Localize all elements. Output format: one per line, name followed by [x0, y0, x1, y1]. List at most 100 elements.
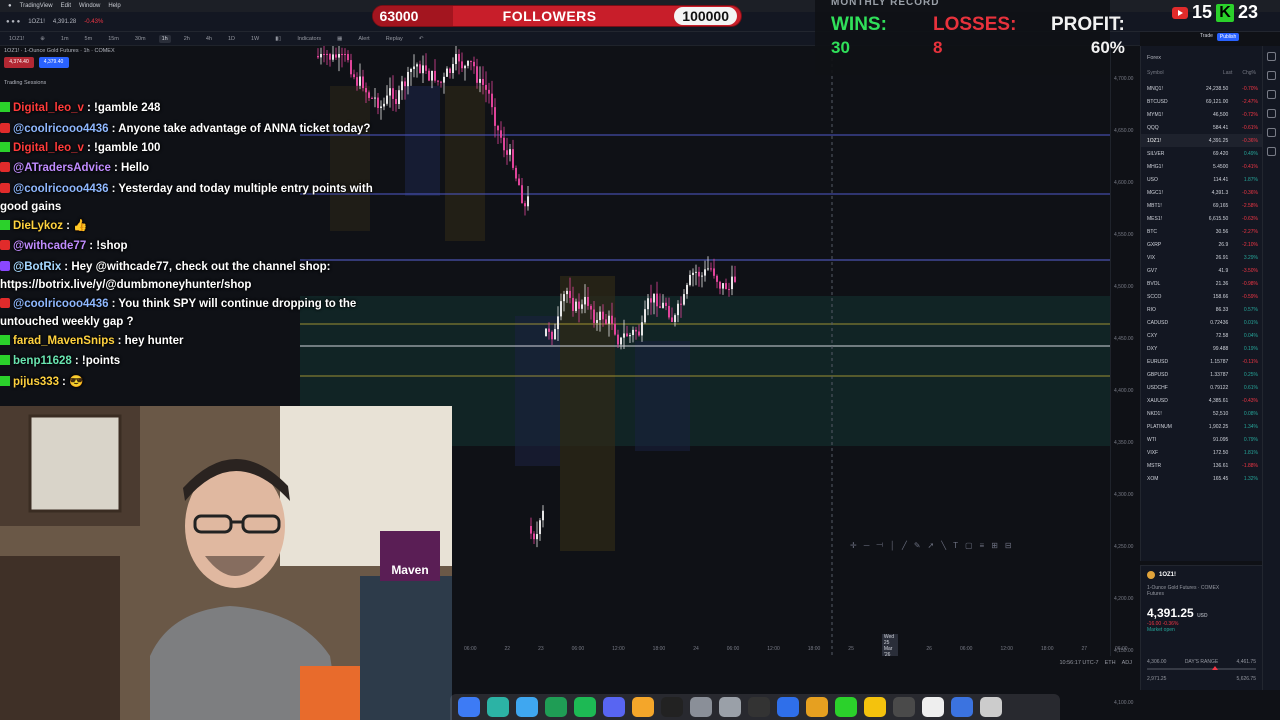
ideas-icon[interactable] — [1267, 128, 1276, 137]
clock-readout[interactable]: 10:56:17 UTC-7 — [1059, 660, 1098, 666]
watchlist-row[interactable]: MBT1! 69,165 -2.58% — [1141, 199, 1262, 212]
watchlist-row[interactable]: RIO 86.33 0.57% — [1141, 303, 1262, 316]
watchlist-row[interactable]: MSTR 136.61 -1.88% — [1141, 459, 1262, 472]
watchlist-row[interactable]: MYM1! 46,500 -0.72% — [1141, 108, 1262, 121]
alert-button[interactable]: Alert — [355, 35, 372, 43]
dock-app-icon[interactable] — [574, 697, 596, 717]
tf-1h[interactable]: 1h — [158, 34, 171, 43]
tv-symbol-tab[interactable]: 1OZ1! — [28, 19, 45, 25]
watchlist-row[interactable]: NKD1! 52,510 0.08% — [1141, 407, 1262, 420]
watchlist-row[interactable]: GV7 41.9 -3.50% — [1141, 264, 1262, 277]
undo-icon[interactable]: ↶ — [416, 35, 427, 43]
menu-help[interactable]: Help — [108, 3, 120, 9]
sell-button[interactable]: 4,374.40 — [4, 57, 34, 68]
trendline-icon[interactable]: ╱ — [902, 541, 907, 550]
menu-app-name[interactable]: TradingView — [20, 3, 53, 9]
dock-app-icon[interactable] — [719, 697, 741, 717]
dock-app-icon[interactable] — [893, 697, 915, 717]
dock-app-icon[interactable] — [922, 697, 944, 717]
hline-icon[interactable]: ─ — [864, 541, 870, 550]
watchlist-row[interactable]: USO 114.41 1.87% — [1141, 173, 1262, 186]
vline-icon[interactable]: │ — [890, 541, 895, 550]
details-ticker[interactable]: 1OZ1! — [1159, 572, 1176, 578]
alerts-icon[interactable] — [1267, 71, 1276, 80]
watchlist-row[interactable]: BTCUSD 69,121.00 -2.47% — [1141, 95, 1262, 108]
tf-30m[interactable]: 30m — [132, 35, 149, 43]
watchlist-row[interactable]: VIX 26.91 3.29% — [1141, 251, 1262, 264]
dock-app-icon[interactable] — [632, 697, 654, 717]
watchlist-row[interactable]: SILVER 69.420 0.49% — [1141, 147, 1262, 160]
plus-icon[interactable]: ⊕ — [37, 35, 48, 43]
wl-col-chg[interactable]: Chg% — [1242, 70, 1256, 76]
ray-icon[interactable]: ⟞ — [876, 540, 883, 550]
watchlist-row[interactable]: WTI 91.095 0.79% — [1141, 433, 1262, 446]
brush-icon[interactable]: ╲ — [941, 541, 946, 550]
dock-app-icon[interactable] — [516, 697, 538, 717]
watchlist-row[interactable]: BVOL 21.36 -0.98% — [1141, 277, 1262, 290]
tf-15m[interactable]: 15m — [105, 35, 122, 43]
dock-app-icon[interactable] — [545, 697, 567, 717]
fib-icon[interactable]: ≡ — [980, 541, 985, 550]
crosshair-icon[interactable]: ✛ — [850, 541, 857, 550]
text-icon[interactable]: T — [953, 541, 958, 550]
watchlist-row[interactable]: MHG1! 5.4500 -0.41% — [1141, 160, 1262, 173]
candles-icon[interactable]: ▮▯ — [272, 35, 284, 43]
watchlist-row[interactable]: SCCO 158.66 -0.59% — [1141, 290, 1262, 303]
watchlist-row[interactable]: DXY 99.488 0.19% — [1141, 342, 1262, 355]
window-controls[interactable]: ● ● ● — [6, 19, 20, 25]
watchlist-row[interactable]: GBPUSD 1.33787 0.25% — [1141, 368, 1262, 381]
watchlist-row[interactable]: PLATINUM 1,902.25 1.34% — [1141, 420, 1262, 433]
layouts-icon[interactable]: ▦ — [334, 35, 345, 43]
watchlist-row[interactable]: VIXF 172.50 1.81% — [1141, 446, 1262, 459]
adj-toggle[interactable]: ADJ — [1122, 660, 1132, 666]
watchlist-row[interactable]: XOM 165.45 1.32% — [1141, 472, 1262, 485]
dock-app-icon[interactable] — [458, 697, 480, 717]
dock-app-icon[interactable] — [980, 697, 1002, 717]
arrow-icon[interactable]: ➚ — [928, 541, 935, 550]
tf-1w[interactable]: 1W — [248, 35, 262, 43]
indicators-button[interactable]: Indicators — [294, 35, 324, 43]
rect-icon[interactable]: ▢ — [965, 541, 973, 550]
buy-button[interactable]: 4,379.40 — [38, 57, 69, 68]
wl-col-last[interactable]: Last — [1223, 70, 1232, 76]
menu-window[interactable]: Window — [79, 3, 100, 9]
dock-app-icon[interactable] — [661, 697, 683, 717]
dock-app-icon[interactable] — [690, 697, 712, 717]
dock-app-icon[interactable] — [603, 697, 625, 717]
time-axis[interactable]: 06:00 22 23 06:00 12:00 18:00 24 06:00 12:00 18:0… — [450, 634, 1161, 664]
watchlist-row[interactable]: CXY 72.58 0.04% — [1141, 329, 1262, 342]
dock-app-icon[interactable] — [951, 697, 973, 717]
dock-app-icon[interactable] — [777, 697, 799, 717]
dock-app-icon[interactable] — [864, 697, 886, 717]
apple-icon[interactable]: ● — [8, 3, 12, 9]
watchlist-row[interactable]: USDCHF 0.79122 0.61% — [1141, 381, 1262, 394]
session-toggle[interactable]: ETH — [1105, 660, 1116, 666]
watchlist-row[interactable]: MNQ1! 24,238.50 -0.70% — [1141, 82, 1262, 95]
pen-icon[interactable]: ✎ — [914, 541, 921, 550]
watchlist-row[interactable]: BTC 30.56 -2.27% — [1141, 225, 1262, 238]
tf-1d[interactable]: 1D — [225, 35, 238, 43]
measure-icon[interactable]: ⊞ — [991, 541, 998, 550]
price-axis[interactable]: 4,700.00 4,650.00 4,600.00 4,550.00 4,500.00… — [1110, 46, 1140, 706]
menu-edit[interactable]: Edit — [61, 3, 71, 9]
dock-app-icon[interactable] — [487, 697, 509, 717]
dock-app-icon[interactable] — [806, 697, 828, 717]
publish-button[interactable]: Publish — [1216, 33, 1240, 41]
dock-app-icon[interactable] — [748, 697, 770, 717]
watchlist-row[interactable]: CADUSD 0.72436 0.01% — [1141, 316, 1262, 329]
notifications-icon[interactable] — [1267, 147, 1276, 156]
watchlist-row[interactable]: MES1! 6,615.50 -0.63% — [1141, 212, 1262, 225]
watchlist-row[interactable]: 1OZ1! 4,391.25 -0.36% — [1141, 134, 1262, 147]
replay-button[interactable]: Replay — [383, 35, 406, 43]
watchlist-icon[interactable] — [1267, 52, 1276, 61]
watchlist-row[interactable]: MGC1! 4,391.3 -0.36% — [1141, 186, 1262, 199]
position-icon[interactable]: ⊟ — [1005, 541, 1012, 550]
legend-title[interactable]: 1OZ1! · 1-Ounce Gold Futures · 1h · COME… — [4, 48, 304, 54]
watchlist-row[interactable]: GXRP 26.9 -2.10% — [1141, 238, 1262, 251]
trade-button[interactable]: Trade — [1200, 33, 1213, 41]
watchlist-row[interactable]: EURUSD 1.15787 -0.11% — [1141, 355, 1262, 368]
tf-5m[interactable]: 5m — [82, 35, 96, 43]
dock-app-icon[interactable] — [835, 697, 857, 717]
chat-icon[interactable] — [1267, 90, 1276, 99]
watchlist-title[interactable]: Forex — [1147, 55, 1161, 61]
